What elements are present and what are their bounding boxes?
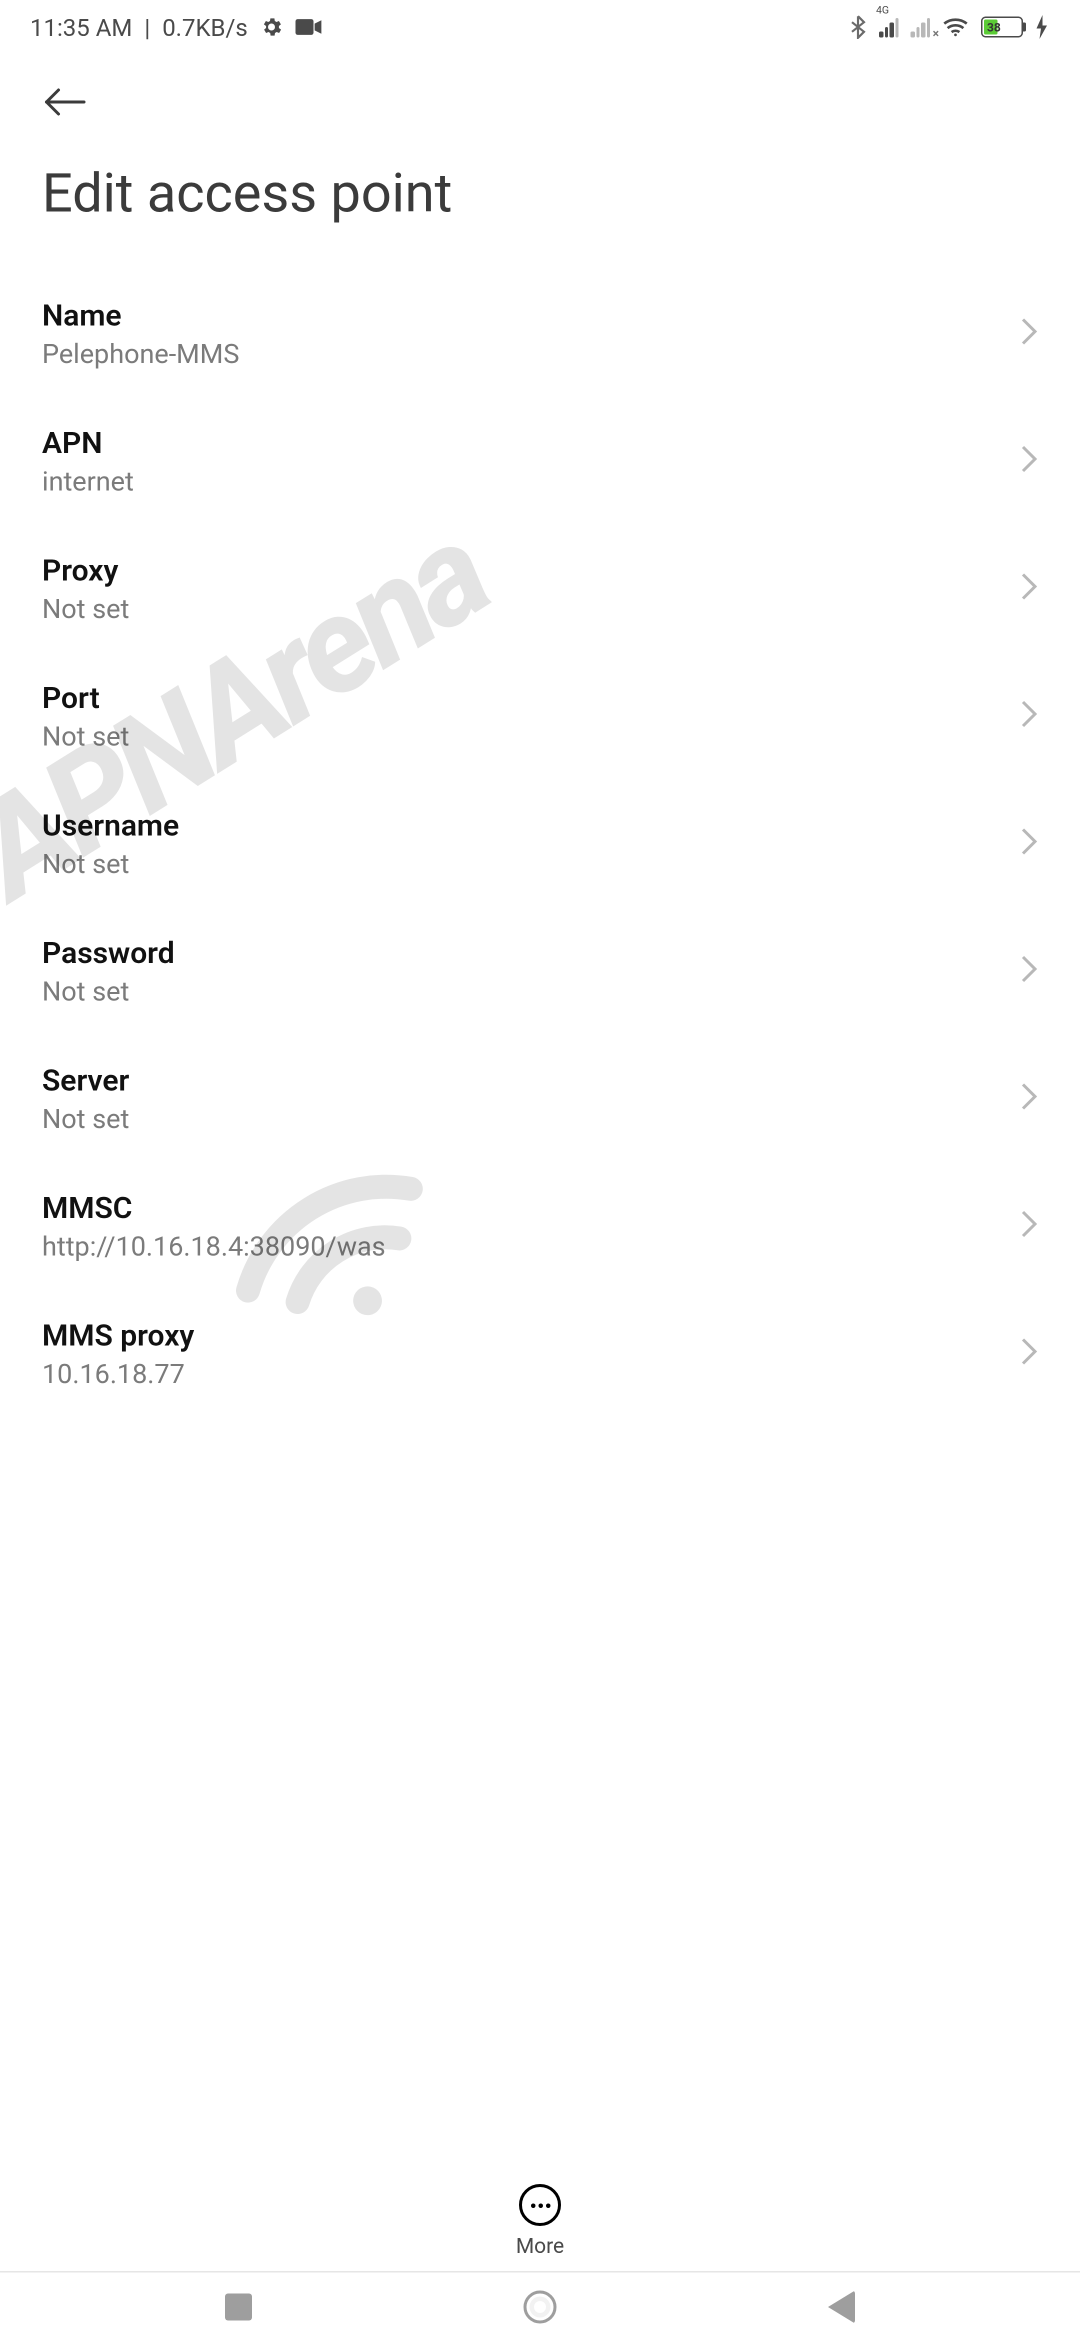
setting-server[interactable]: Server Not set [0,1035,1080,1163]
status-left: 11:35 AM | 0.7KB/s [30,13,323,42]
setting-apn[interactable]: APN internet [0,398,1080,526]
setting-port[interactable]: Port Not set [0,653,1080,781]
battery-icon: 38 [981,17,1023,38]
setting-label: Password [42,935,1020,971]
charging-icon [1035,15,1050,39]
page-title: Edit access point [0,138,1080,255]
setting-value: internet [42,467,1020,499]
setting-value: Not set [42,1104,1020,1136]
video-camera-icon [296,17,323,38]
setting-label: MMS proxy [42,1317,1020,1353]
chevron-right-icon [1020,571,1038,607]
setting-label: Name [42,297,1020,333]
setting-value: 10.16.18.77 [42,1359,1020,1391]
status-right: 4G × 38 [849,15,1050,39]
setting-label: Server [42,1062,1020,1098]
setting-label: APN [42,425,1020,461]
settings-list: Name Pelephone-MMS APN internet Proxy No… [0,255,1080,1418]
status-bar: 11:35 AM | 0.7KB/s 4G × [0,0,1080,54]
setting-username[interactable]: Username Not set [0,780,1080,908]
network-type-label: 4G [876,5,889,17]
chevron-right-icon [1020,316,1038,352]
chevron-right-icon [1020,1336,1038,1372]
more-icon[interactable] [519,2184,561,2226]
status-data-rate: 0.7KB/s [162,13,248,42]
signal-primary-icon: 4G [879,17,899,38]
setting-value: Not set [42,849,1020,881]
chevron-right-icon [1020,953,1038,989]
setting-name[interactable]: Name Pelephone-MMS [0,270,1080,398]
setting-label: Username [42,807,1020,843]
signal-secondary-icon: × [911,17,931,38]
status-time: 11:35 AM [30,13,132,42]
setting-value: Not set [42,977,1020,1009]
setting-label: MMSC [42,1190,1020,1226]
status-separator: | [144,13,150,42]
setting-proxy[interactable]: Proxy Not set [0,525,1080,653]
setting-label: Proxy [42,552,1020,588]
nav-recents-icon[interactable] [225,2293,252,2320]
battery-percent: 38 [987,20,1001,34]
more-label[interactable]: More [516,2235,564,2259]
screen: 11:35 AM | 0.7KB/s 4G × [0,0,1080,2340]
back-arrow-icon[interactable] [42,84,90,120]
chevron-right-icon [1020,826,1038,862]
gear-icon [260,15,284,39]
setting-label: Port [42,680,1020,716]
setting-mmsc[interactable]: MMSC http://10.16.18.4:38090/was [0,1163,1080,1291]
navigation-bar [0,2273,1080,2340]
chevron-right-icon [1020,1081,1038,1117]
chevron-right-icon [1020,1208,1038,1244]
setting-value: http://10.16.18.4:38090/was [42,1232,1020,1264]
setting-password[interactable]: Password Not set [0,908,1080,1036]
header-row [0,54,1080,138]
setting-value: Pelephone-MMS [42,339,1020,371]
setting-value: Not set [42,594,1020,626]
setting-mms-proxy[interactable]: MMS proxy 10.16.18.77 [0,1290,1080,1418]
chevron-right-icon [1020,698,1038,734]
chevron-right-icon [1020,443,1038,479]
bottom-action-bar: More [0,2184,1080,2259]
nav-home-icon[interactable] [523,2290,556,2323]
bluetooth-icon [849,15,867,39]
wifi-icon [942,17,969,38]
setting-value: Not set [42,722,1020,754]
nav-back-icon[interactable] [827,2290,854,2323]
